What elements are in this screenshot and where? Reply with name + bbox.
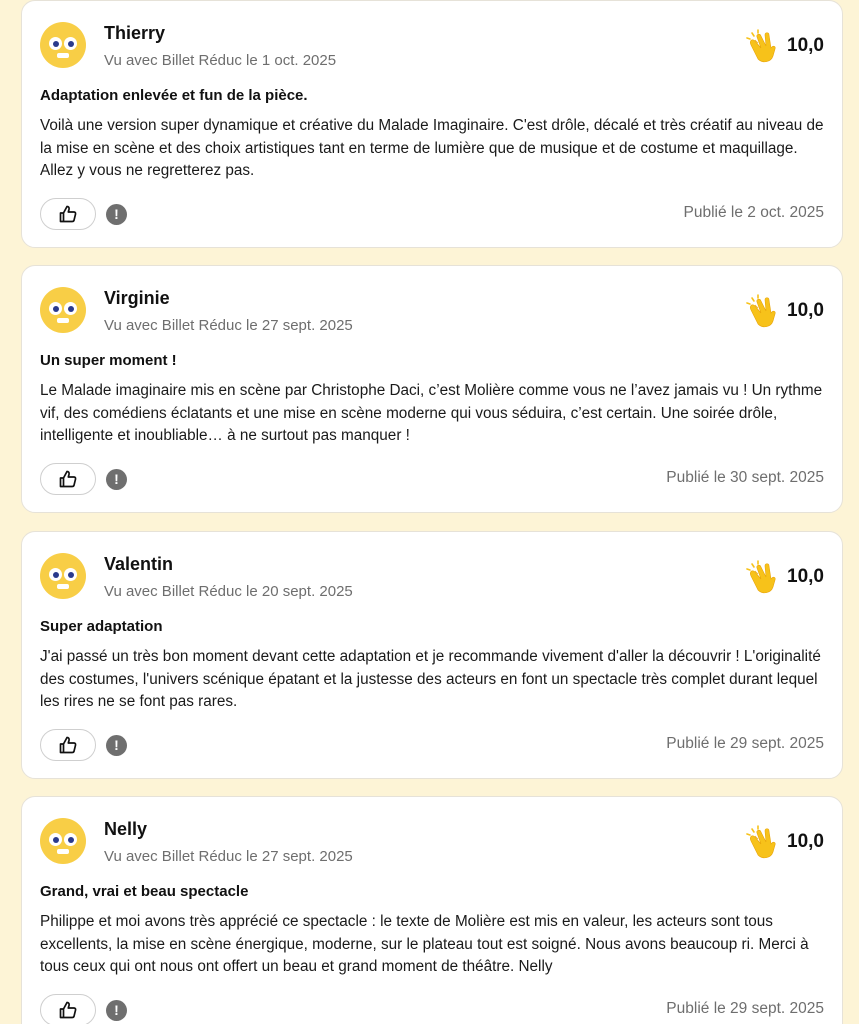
thumbs-up-icon: [59, 470, 77, 488]
report-button[interactable]: !: [106, 735, 127, 756]
published-date: Publié le 30 sept. 2025: [666, 469, 824, 486]
score: 10,0: [787, 35, 824, 56]
avatar: [40, 287, 86, 333]
like-button[interactable]: [40, 198, 96, 230]
reviewer-name: Thierry: [104, 23, 166, 43]
report-button[interactable]: !: [106, 1000, 127, 1021]
score: 10,0: [787, 566, 824, 587]
clapping-hands-icon: [746, 29, 776, 63]
clapping-hands-icon: [746, 560, 776, 594]
seen-with-text: Vu avec Billet Réduc le 1 oct. 2025: [104, 52, 337, 69]
clapping-hands-icon: [746, 825, 776, 859]
like-button[interactable]: [40, 729, 96, 761]
review-title: Super adaptation: [40, 618, 163, 635]
review-title: Un super moment !: [40, 352, 177, 369]
review-body: J'ai passé un très bon moment devant cet…: [40, 648, 821, 710]
seen-with-text: Vu avec Billet Réduc le 27 sept. 2025: [104, 317, 353, 334]
like-button[interactable]: [40, 463, 96, 495]
published-date: Publié le 29 sept. 2025: [666, 1000, 824, 1017]
review-card: Virginie Vu avec Billet Réduc le 27 sept…: [21, 265, 843, 513]
clapping-hands-icon: [746, 294, 776, 328]
reviewer-name: Nelly: [104, 819, 148, 839]
rating: 10,0: [745, 28, 824, 64]
review-body: Le Malade imaginaire mis en scène par Ch…: [40, 382, 823, 444]
review-card: Valentin Vu avec Billet Réduc le 20 sept…: [21, 531, 843, 779]
like-button[interactable]: [40, 994, 96, 1024]
published-date: Publié le 29 sept. 2025: [666, 735, 824, 752]
report-button[interactable]: !: [106, 469, 127, 490]
seen-with-text: Vu avec Billet Réduc le 27 sept. 2025: [104, 848, 353, 865]
rating: 10,0: [745, 559, 824, 595]
score: 10,0: [787, 831, 824, 852]
rating: 10,0: [745, 293, 824, 329]
rating: 10,0: [745, 824, 824, 860]
report-button[interactable]: !: [106, 204, 127, 225]
reviewer-name: Valentin: [104, 554, 174, 574]
review-title: Grand, vrai et beau spectacle: [40, 883, 249, 900]
seen-with-text: Vu avec Billet Réduc le 20 sept. 2025: [104, 583, 353, 600]
avatar: [40, 553, 86, 599]
published-date: Publié le 2 oct. 2025: [683, 204, 824, 221]
review-card: Nelly Vu avec Billet Réduc le 27 sept. 2…: [21, 796, 843, 1024]
avatar: [40, 22, 86, 68]
review-card: Thierry Vu avec Billet Réduc le 1 oct. 2…: [21, 0, 843, 248]
score: 10,0: [787, 300, 824, 321]
thumbs-up-icon: [59, 1001, 77, 1019]
thumbs-up-icon: [59, 205, 77, 223]
review-body: Philippe et moi avons très apprécié ce s…: [40, 913, 809, 975]
thumbs-up-icon: [59, 736, 77, 754]
avatar: [40, 818, 86, 864]
review-title: Adaptation enlevée et fun de la pièce.: [40, 87, 308, 104]
review-body: Voilà une version super dynamique et cré…: [40, 117, 824, 179]
reviewer-name: Virginie: [104, 288, 170, 308]
